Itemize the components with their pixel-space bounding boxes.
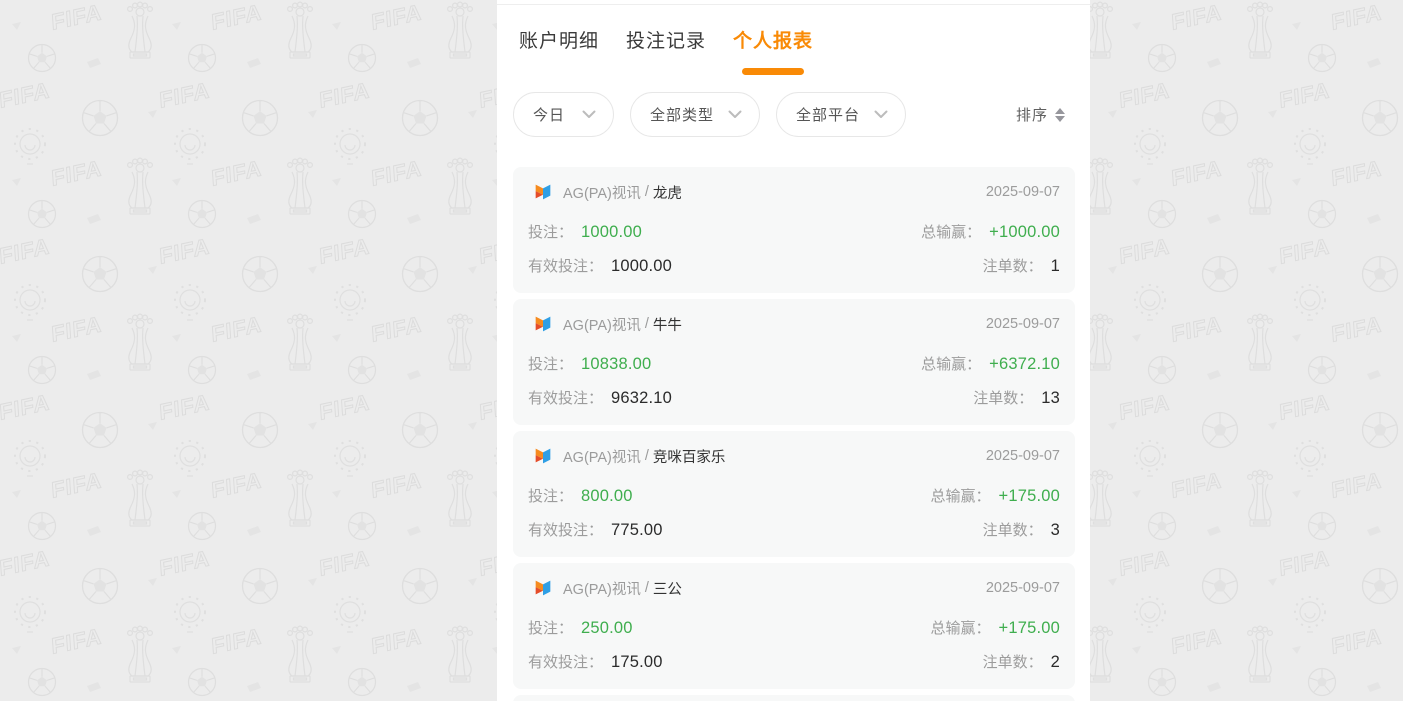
valid-bet-value: 1000.00	[611, 257, 672, 276]
bet-label: 投注：	[528, 617, 573, 638]
ag-provider-icon	[532, 577, 554, 599]
tab-label: 投注记录	[626, 31, 706, 52]
platform-filter-dropdown[interactable]: 全部平台	[776, 92, 906, 137]
type-filter-dropdown[interactable]: 全部类型	[630, 92, 760, 137]
valid-bet-label: 有效投注：	[528, 387, 603, 408]
ag-provider-icon	[532, 181, 554, 203]
provider-name: AG(PA)视讯	[563, 182, 641, 203]
sort-control[interactable]: 排序	[1016, 104, 1065, 125]
game-name: 牛牛	[653, 314, 682, 335]
chevron-down-icon	[874, 110, 888, 119]
ag-provider-icon	[532, 445, 554, 467]
filter-bar: 今日 全部类型 全部平台 排序	[497, 92, 1090, 137]
total-win-label: 总输赢：	[930, 617, 990, 638]
separator: /	[645, 448, 649, 464]
panel-top-divider	[497, 4, 1090, 5]
bet-value: 10838.00	[581, 355, 651, 374]
date-filter-value: 今日	[533, 104, 565, 125]
ag-provider-icon	[532, 313, 554, 335]
date-filter-dropdown[interactable]: 今日	[513, 92, 614, 137]
order-count-value: 13	[1041, 389, 1060, 408]
bet-value: 1000.00	[581, 223, 642, 242]
tab-label: 个人报表	[733, 31, 813, 52]
record-card: AG(PA)视讯 / 三公 2025-09-07 投注： 250.00 总输赢：…	[513, 563, 1075, 689]
record-card: AG(PA)视讯 / 竞咪百家乐 2025-09-07 投注： 800.00 总…	[513, 431, 1075, 557]
order-count-value: 2	[1051, 653, 1060, 672]
order-count-label: 注单数：	[983, 651, 1043, 672]
record-card-partial	[513, 695, 1075, 701]
total-win-value: +6372.10	[989, 355, 1060, 374]
tab-account-detail[interactable]: 账户明细	[519, 28, 599, 68]
provider-name: AG(PA)视讯	[563, 314, 641, 335]
tab-bet-records[interactable]: 投注记录	[626, 28, 706, 68]
bet-value: 800.00	[581, 487, 633, 506]
valid-bet-label: 有效投注：	[528, 651, 603, 672]
record-date: 2025-09-07	[986, 580, 1060, 596]
record-date: 2025-09-07	[986, 184, 1060, 200]
valid-bet-value: 775.00	[611, 521, 663, 540]
valid-bet-label: 有效投注：	[528, 255, 603, 276]
bet-label: 投注：	[528, 485, 573, 506]
sort-label: 排序	[1016, 104, 1048, 125]
active-tab-underline	[742, 68, 804, 75]
report-panel: 账户明细 投注记录 个人报表 今日 全部类型 全部平台	[497, 0, 1090, 701]
separator: /	[645, 580, 649, 596]
type-filter-value: 全部类型	[650, 104, 714, 125]
order-count-value: 1	[1051, 257, 1060, 276]
record-card: AG(PA)视讯 / 龙虎 2025-09-07 投注： 1000.00 总输赢…	[513, 167, 1075, 293]
valid-bet-label: 有效投注：	[528, 519, 603, 540]
total-win-label: 总输赢：	[921, 353, 981, 374]
sort-arrows-icon	[1055, 108, 1065, 122]
order-count-label: 注单数：	[973, 387, 1033, 408]
order-count-value: 3	[1051, 521, 1060, 540]
provider-name: AG(PA)视讯	[563, 446, 641, 467]
separator: /	[645, 316, 649, 332]
valid-bet-value: 9632.10	[611, 389, 672, 408]
bet-label: 投注：	[528, 221, 573, 242]
platform-filter-value: 全部平台	[796, 104, 860, 125]
game-name: 竞咪百家乐	[653, 446, 726, 467]
game-name: 三公	[653, 578, 682, 599]
game-name: 龙虎	[653, 182, 682, 203]
record-date: 2025-09-07	[986, 448, 1060, 464]
separator: /	[645, 184, 649, 200]
total-win-value: +175.00	[998, 619, 1060, 638]
provider-name: AG(PA)视讯	[563, 578, 641, 599]
bet-value: 250.00	[581, 619, 633, 638]
order-count-label: 注单数：	[983, 255, 1043, 276]
tab-label: 账户明细	[519, 31, 599, 52]
total-win-label: 总输赢：	[930, 485, 990, 506]
valid-bet-value: 175.00	[611, 653, 663, 672]
bet-label: 投注：	[528, 353, 573, 374]
record-card: AG(PA)视讯 / 牛牛 2025-09-07 投注： 10838.00 总输…	[513, 299, 1075, 425]
total-win-label: 总输赢：	[921, 221, 981, 242]
account-tabbar: 账户明细 投注记录 个人报表	[497, 0, 1090, 68]
chevron-down-icon	[728, 110, 742, 119]
record-list: AG(PA)视讯 / 龙虎 2025-09-07 投注： 1000.00 总输赢…	[497, 167, 1090, 701]
tab-personal-report[interactable]: 个人报表	[733, 28, 813, 68]
order-count-label: 注单数：	[983, 519, 1043, 540]
total-win-value: +1000.00	[989, 223, 1060, 242]
chevron-down-icon	[582, 110, 596, 119]
total-win-value: +175.00	[998, 487, 1060, 506]
record-date: 2025-09-07	[986, 316, 1060, 332]
